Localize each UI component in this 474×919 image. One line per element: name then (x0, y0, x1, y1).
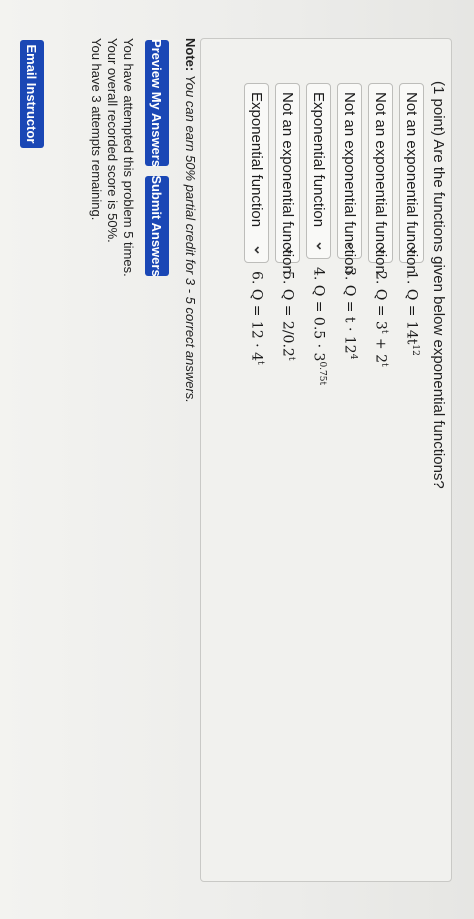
equation-text: Q = t · 12 (341, 284, 358, 354)
question-row: Not an exponential function 1. Q = 14t12 (398, 83, 425, 356)
score-text: Your overall recorded score is 50%. (105, 38, 120, 243)
question-row: Not an exponential function 2. Q = 3t + … (367, 83, 394, 367)
chevron-down-icon (254, 246, 260, 254)
screen: (1 point) Are the functions given below … (0, 0, 474, 919)
equation-6: 6. Q = 12 · 4t (248, 271, 265, 365)
question-row: Not an exponential function 3. Q = t · 1… (336, 83, 363, 359)
exponent: t (254, 361, 265, 365)
equation-text: Q = 3 (372, 288, 389, 330)
chevron-down-icon (347, 242, 353, 250)
answer-select-2[interactable]: Not an exponential function (368, 83, 393, 274)
equation-text: + 2 (372, 333, 389, 363)
question-number: 6. (248, 271, 265, 285)
exponent: 0.75t (316, 361, 327, 386)
chevron-down-icon (409, 246, 415, 254)
equation-3: 3. Q = t · 124 (341, 267, 358, 359)
equation-text: Q = 2/0.2 (279, 288, 296, 357)
equation-text: Q = 0.5 · 3 (310, 284, 327, 362)
chevron-down-icon (285, 246, 291, 254)
rotated-page: (1 point) Are the functions given below … (0, 0, 474, 919)
attempts-text: You have attempted this problem 5 times. (121, 38, 136, 277)
question-row: Not an exponential function 5. Q = 2/0.2… (274, 83, 301, 360)
question-number: 4. (310, 267, 327, 281)
equation-4: 4. Q = 0.5 · 30.75t (310, 267, 327, 385)
answer-select-1[interactable]: Not an exponential function (399, 83, 424, 274)
exponent: t (378, 363, 389, 367)
answer-select-6[interactable]: Exponential function (244, 83, 269, 263)
problem-title: (1 point) Are the functions given below … (430, 81, 447, 489)
answer-select-value: Exponential function (310, 92, 327, 228)
remaining-attempts-text: You have 3 attempts remaining. (89, 38, 104, 221)
preview-answers-button[interactable]: Preview My Answers (145, 39, 169, 167)
exponent: t (285, 356, 296, 361)
answer-select-4[interactable]: Exponential function (306, 83, 331, 259)
email-instructor-button[interactable]: Email Instructor (20, 40, 44, 148)
equation-2: 2. Q = 3t + 2t (372, 271, 389, 367)
chevron-down-icon (378, 246, 384, 254)
question-row: Exponential function 4. Q = 0.5 · 30.75t (305, 83, 332, 385)
answer-select-5[interactable]: Not an exponential function (275, 83, 300, 274)
note-label: Note: (183, 38, 198, 72)
question-row: Exponential function 6. Q = 12 · 4t (243, 83, 270, 365)
answer-select-3[interactable]: Not an exponential function (337, 83, 362, 274)
problem-panel: (1 point) Are the functions given below … (200, 38, 452, 882)
equation-5: 5. Q = 2/0.2t (279, 271, 296, 360)
equation-text: Q = 12 · 4 (248, 288, 265, 361)
partial-credit-note: Note: You can earn 50% partial credit fo… (183, 38, 198, 403)
chevron-down-icon (316, 242, 322, 250)
answer-select-value: Exponential function (248, 92, 265, 228)
submit-answers-button[interactable]: Submit Answers (145, 175, 169, 277)
equation-text: Q = 14t (403, 288, 420, 345)
exponent: 4 (347, 353, 358, 360)
note-text: You can earn 50% partial credit for 3 - … (183, 74, 198, 403)
equation-1: 1. Q = 14t12 (403, 271, 420, 356)
exponent: 12 (409, 344, 420, 356)
